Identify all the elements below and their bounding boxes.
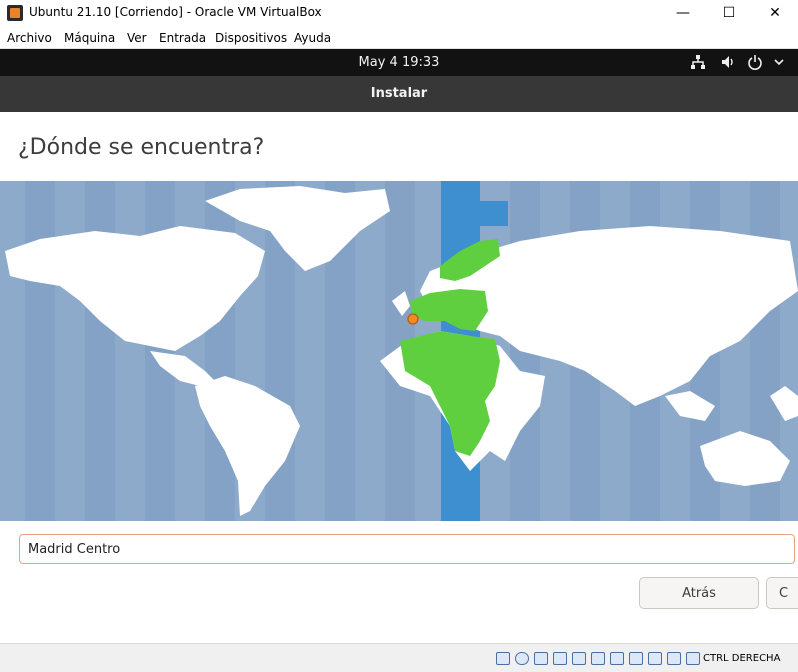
menubar: Archivo Máquina Ver Entrada Dispositivos… — [0, 26, 798, 49]
maximize-button[interactable]: ☐ — [706, 0, 752, 26]
menu-ver[interactable]: Ver — [127, 31, 147, 45]
network-adapter-icon[interactable] — [553, 652, 567, 665]
close-button[interactable]: ✕ — [752, 0, 798, 26]
network-icon[interactable] — [690, 54, 706, 70]
cpu-icon[interactable] — [648, 652, 662, 665]
window-titlebar: Ubuntu 21.10 [Corriendo] - Oracle VM Vir… — [0, 0, 798, 26]
installer-header: Instalar — [0, 76, 798, 112]
shared-folder-icon[interactable] — [591, 652, 605, 665]
virtualbox-statusbar: CTRL DERECHA — [0, 643, 798, 672]
continue-button[interactable]: C — [766, 577, 798, 609]
usb-icon[interactable] — [572, 652, 586, 665]
menu-dispositivos[interactable]: Dispositivos — [215, 31, 287, 45]
virtualbox-icon — [7, 5, 23, 21]
optical-drive-icon[interactable] — [515, 652, 529, 665]
installer-title: Instalar — [370, 86, 428, 101]
page-title: ¿Dónde se encuentra? — [18, 135, 265, 160]
window-title: Ubuntu 21.10 [Corriendo] - Oracle VM Vir… — [29, 5, 322, 19]
host-key-label: CTRL DERECHA — [703, 653, 781, 664]
hard-disk-icon[interactable] — [496, 652, 510, 665]
world-map-graphic — [5, 181, 798, 521]
video-capture-icon[interactable] — [629, 652, 643, 665]
gnome-top-bar: May 4 19:33 — [0, 49, 798, 76]
minimize-button[interactable]: — — [660, 0, 706, 26]
audio-icon[interactable] — [534, 652, 548, 665]
back-button[interactable]: Atrás — [639, 577, 759, 609]
guest-screen: May 4 19:33 Instalar ¿Dónde se encuentra… — [0, 49, 798, 643]
display-icon[interactable] — [610, 652, 624, 665]
power-icon[interactable] — [747, 54, 763, 70]
mouse-integration-icon[interactable] — [667, 652, 681, 665]
menu-maquina[interactable]: Máquina — [64, 31, 115, 45]
clock[interactable]: May 4 19:33 — [0, 55, 798, 70]
volume-icon[interactable] — [720, 54, 736, 70]
selected-location-marker — [407, 313, 419, 325]
keyboard-icon[interactable] — [686, 652, 700, 665]
chevron-down-icon[interactable] — [771, 54, 787, 70]
timezone-map[interactable] — [0, 181, 798, 521]
menu-entrada[interactable]: Entrada — [159, 31, 206, 45]
menu-ayuda[interactable]: Ayuda — [294, 31, 331, 45]
timezone-input[interactable] — [19, 534, 795, 564]
menu-archivo[interactable]: Archivo — [7, 31, 52, 45]
